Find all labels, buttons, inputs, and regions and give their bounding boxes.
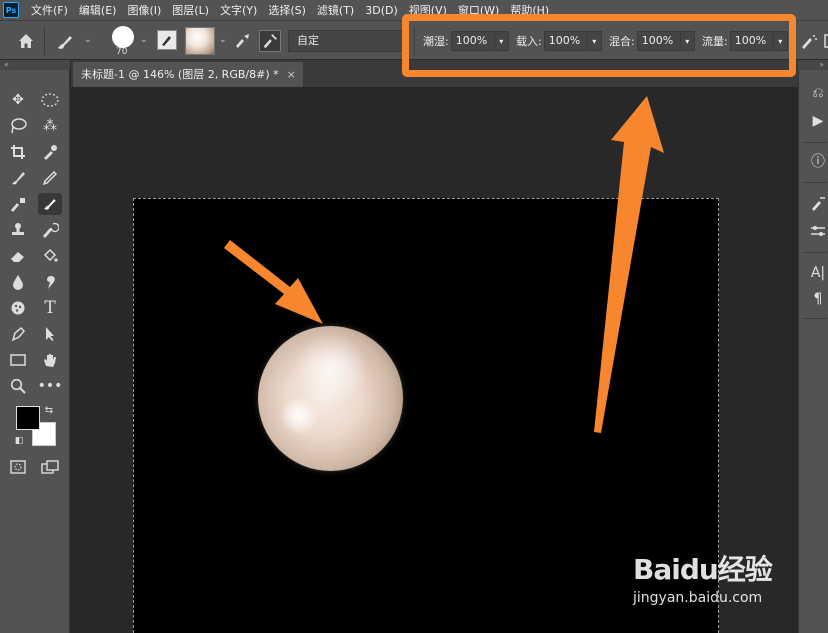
close-icon[interactable]: × bbox=[287, 68, 296, 81]
current-reservoir-swatch[interactable] bbox=[185, 27, 215, 55]
paint-bucket-tool-icon[interactable] bbox=[38, 245, 62, 267]
options-highlight-box bbox=[402, 14, 796, 77]
brush-tool-icon[interactable] bbox=[6, 167, 30, 189]
pen-tool-icon[interactable] bbox=[6, 323, 30, 345]
history-brush-icon[interactable] bbox=[38, 219, 62, 241]
adjustments-panel-icon[interactable] bbox=[807, 220, 828, 242]
zoom-tool-icon[interactable] bbox=[6, 375, 30, 397]
menu-layer[interactable]: 图层(L) bbox=[172, 2, 209, 18]
swap-colors-icon[interactable]: ⇆ bbox=[42, 403, 56, 417]
move-tool-icon[interactable]: ✥ bbox=[6, 89, 30, 111]
magic-wand-tool-icon[interactable]: ⁂ bbox=[38, 115, 62, 137]
chevron-down-icon[interactable]: ⌄ bbox=[219, 35, 227, 45]
screen-mode-icon[interactable] bbox=[38, 456, 62, 478]
blur-tool-icon[interactable] bbox=[6, 271, 30, 293]
watermark-brand: Baidu经验 bbox=[633, 553, 773, 586]
chevron-down-icon[interactable]: ⌄ bbox=[84, 35, 92, 45]
document-canvas[interactable] bbox=[133, 198, 719, 633]
lasso-tool-icon[interactable] bbox=[6, 115, 30, 137]
foreground-color-swatch[interactable] bbox=[16, 406, 40, 430]
sample-all-layers-icon[interactable] bbox=[818, 30, 828, 52]
pearl-image bbox=[258, 326, 403, 471]
smudge-tool-icon[interactable] bbox=[38, 271, 62, 293]
document-tab[interactable]: 未标题-1 @ 146% (图层 2, RGB/8#) * × bbox=[73, 62, 303, 87]
panel-collapse-icon[interactable]: » bbox=[798, 60, 828, 70]
sponge-tool-icon[interactable] bbox=[6, 297, 30, 319]
menu-edit[interactable]: 编辑(E) bbox=[79, 2, 117, 18]
eyedropper-tool-icon[interactable] bbox=[38, 141, 62, 163]
path-selection-tool-icon[interactable] bbox=[38, 323, 62, 345]
clone-brush-icon[interactable] bbox=[6, 193, 30, 215]
menu-3d[interactable]: 3D(D) bbox=[365, 4, 398, 17]
quick-mask-icon[interactable] bbox=[6, 456, 30, 478]
mixer-brush-tool-icon[interactable] bbox=[38, 193, 62, 215]
menu-filter[interactable]: 滤镜(T) bbox=[317, 2, 354, 18]
info-panel-icon[interactable]: ⓘ bbox=[807, 150, 828, 172]
load-brush-icon[interactable] bbox=[232, 30, 254, 52]
paragraph-panel-icon[interactable]: ¶ bbox=[807, 288, 828, 310]
brush-panel-toggle-icon[interactable] bbox=[157, 30, 177, 50]
chevron-down-icon[interactable]: ⌄ bbox=[140, 35, 148, 45]
character-panel-icon[interactable]: A| bbox=[807, 262, 828, 284]
crop-tool-icon[interactable] bbox=[6, 141, 30, 163]
elliptical-marquee-tool-icon[interactable] bbox=[38, 89, 62, 111]
menu-image[interactable]: 图像(I) bbox=[127, 2, 161, 18]
menu-type[interactable]: 文字(Y) bbox=[220, 2, 257, 18]
history-panel-icon[interactable]: ⎌ bbox=[807, 82, 828, 104]
actions-panel-icon[interactable]: ▶ bbox=[807, 110, 828, 132]
hand-tool-icon[interactable] bbox=[38, 349, 62, 371]
blend-preset-select[interactable]: 自定 bbox=[288, 30, 404, 52]
pencil-tool-icon[interactable] bbox=[38, 167, 62, 189]
menu-file[interactable]: 文件(F) bbox=[31, 2, 68, 18]
tools-panel: ✥ ⁂ T ••• ⇆ ◧ bbox=[0, 70, 70, 633]
brush-settings-panel-icon[interactable] bbox=[807, 192, 828, 214]
photoshop-logo: Ps bbox=[3, 2, 19, 18]
document-title: 未标题-1 @ 146% (图层 2, RGB/8#) * bbox=[81, 68, 279, 81]
more-tools-icon[interactable]: ••• bbox=[38, 375, 63, 397]
stamp-tool-icon[interactable] bbox=[6, 219, 30, 241]
baidu-watermark: Baidu经验 jingyan.baidu.com bbox=[633, 548, 803, 614]
default-colors-icon[interactable]: ◧ bbox=[12, 434, 26, 448]
toolbar-collapse-icon[interactable]: « bbox=[0, 60, 70, 70]
menu-select[interactable]: 选择(S) bbox=[268, 2, 306, 18]
eraser-tool-icon[interactable] bbox=[6, 245, 30, 267]
airbrush-icon[interactable] bbox=[798, 30, 820, 52]
brush-tip-preview[interactable] bbox=[112, 26, 134, 48]
mixer-brush-preset-icon[interactable] bbox=[54, 31, 76, 53]
type-tool-icon[interactable]: T bbox=[38, 297, 62, 319]
rectangle-tool-icon[interactable] bbox=[6, 349, 30, 371]
watermark-url: jingyan.baidu.com bbox=[633, 590, 763, 606]
clean-brush-icon[interactable] bbox=[259, 30, 281, 52]
brush-size-value: 70 bbox=[116, 47, 128, 57]
home-icon[interactable] bbox=[16, 31, 36, 51]
